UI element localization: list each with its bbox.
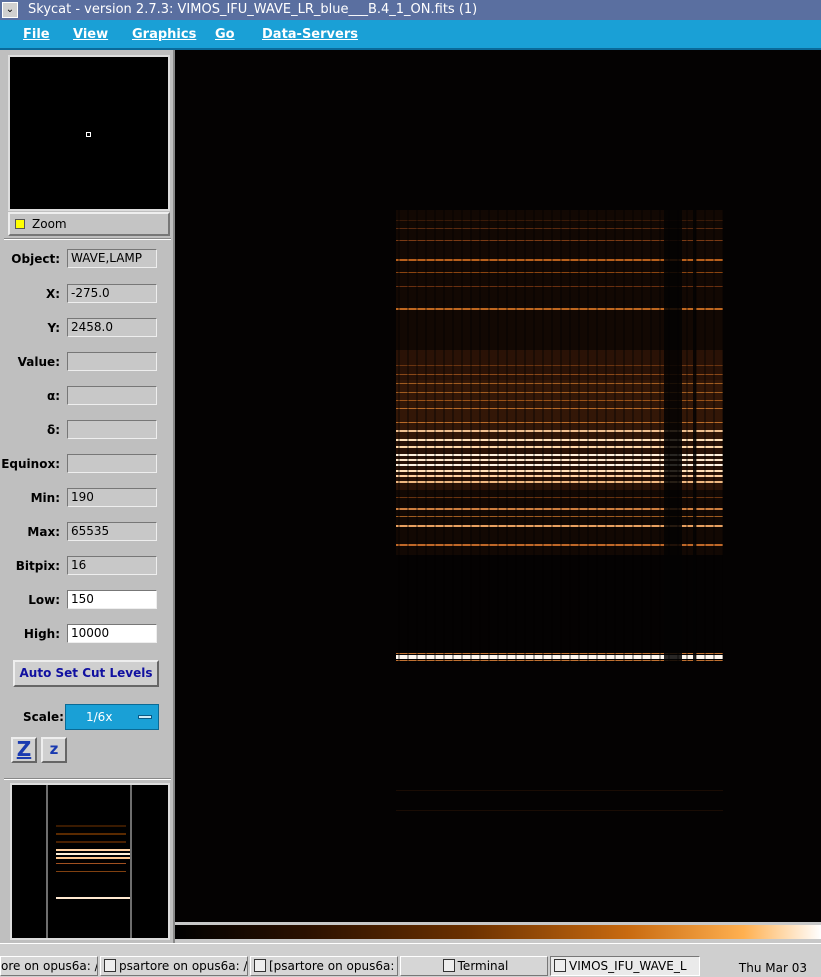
field-equinox: Equinox:: [0, 454, 175, 474]
taskbar-task-2[interactable]: psartore on opus6a: /h: [100, 956, 248, 976]
window-menu-icon[interactable]: ⌄: [2, 2, 18, 18]
menu-data-servers[interactable]: Data-Servers: [262, 27, 358, 42]
task-label: ore on opus6a: /: [1, 959, 98, 973]
option-menu-indicator-icon: [138, 715, 152, 719]
image-display[interactable]: [175, 50, 821, 922]
menu-graphics[interactable]: Graphics: [132, 27, 196, 42]
clock: Thu Mar 03: [738, 961, 807, 975]
delta-field: [67, 420, 157, 439]
field-min: Min: 190: [0, 488, 175, 508]
zoom-in-button[interactable]: Z: [11, 737, 37, 763]
thumbnail-image: [46, 785, 132, 938]
field-delta: δ:: [0, 420, 175, 440]
value-field: [67, 352, 157, 371]
panner-window[interactable]: [8, 55, 170, 211]
scale-menu[interactable]: 1/6x: [65, 704, 159, 730]
spectrum-image: [396, 210, 723, 811]
taskbar-task-3[interactable]: [psartore on opus6a: /: [250, 956, 398, 976]
field-x: X: -275.0: [0, 284, 175, 304]
scale-label: Scale:: [23, 710, 64, 724]
field-label: Low:: [28, 593, 60, 607]
equinox-field: [67, 454, 157, 473]
object-field: WAVE,LAMP: [67, 249, 157, 268]
field-high: High: 10000: [0, 624, 175, 644]
field-label: Min:: [30, 491, 60, 505]
taskbar: ore on opus6a: / psartore on opus6a: /h …: [0, 943, 821, 977]
divider: [4, 778, 171, 780]
zoom-out-button[interactable]: z: [41, 737, 67, 763]
title-bar: ⌄ Skycat - version 2.7.3: VIMOS_IFU_WAVE…: [0, 0, 821, 20]
taskbar-task-terminal[interactable]: Terminal: [400, 956, 548, 976]
min-field: 190: [67, 488, 157, 507]
menu-go[interactable]: Go: [215, 27, 235, 42]
terminal-icon: [104, 959, 116, 972]
field-max: Max: 65535: [0, 522, 175, 542]
field-label: Bitpix:: [15, 559, 60, 573]
terminal-icon: [442, 959, 455, 972]
max-field: 65535: [67, 522, 157, 541]
high-cut-input[interactable]: 10000: [67, 624, 157, 643]
low-cut-input[interactable]: 150: [67, 590, 157, 609]
task-label: VIMOS_IFU_WAVE_L: [569, 959, 687, 973]
field-label: Equinox:: [1, 457, 60, 471]
field-label: α:: [46, 389, 60, 403]
window-title: Skycat - version 2.7.3: VIMOS_IFU_WAVE_L…: [28, 2, 478, 17]
divider: [4, 238, 171, 240]
auto-set-cut-levels-button[interactable]: Auto Set Cut Levels: [13, 660, 159, 687]
taskbar-task-skycat[interactable]: VIMOS_IFU_WAVE_L: [550, 956, 700, 976]
field-label: High:: [23, 627, 60, 641]
colorbar: [175, 925, 821, 939]
field-alpha: α:: [0, 386, 175, 406]
magnifier-thumbnail[interactable]: [10, 783, 170, 940]
menu-file[interactable]: File: [23, 27, 50, 42]
zoom-toggle[interactable]: Zoom: [8, 212, 170, 236]
y-field: 2458.0: [67, 318, 157, 337]
field-label: Value:: [17, 355, 60, 369]
field-value: Value:: [0, 352, 175, 372]
field-bitpix: Bitpix: 16: [0, 556, 175, 576]
scale-value: 1/6x: [86, 710, 113, 724]
zoom-label: Zoom: [32, 217, 67, 231]
field-y: Y: 2458.0: [0, 318, 175, 338]
panner-marker[interactable]: [86, 132, 91, 137]
field-object: Object: WAVE,LAMP: [0, 249, 175, 269]
control-panel: Zoom Object: WAVE,LAMP X: -275.0 Y: 2458.0 …: [0, 50, 175, 943]
x-field: -275.0: [67, 284, 157, 303]
field-label: Y:: [47, 321, 60, 335]
alpha-field: [67, 386, 157, 405]
menu-view[interactable]: View: [73, 27, 108, 42]
zoom-indicator-icon: [15, 219, 25, 229]
field-label: Max:: [27, 525, 60, 539]
taskbar-task-1[interactable]: ore on opus6a: /: [0, 956, 98, 976]
field-low: Low: 150: [0, 590, 175, 610]
menu-bar: File View Graphics Go Data-Servers: [0, 20, 821, 50]
bitpix-field: 16: [67, 556, 157, 575]
field-label: Object:: [11, 252, 60, 266]
terminal-icon: [254, 959, 266, 972]
field-label: X:: [45, 287, 60, 301]
task-label: [psartore on opus6a: /: [269, 959, 398, 973]
field-label: δ:: [46, 423, 60, 437]
task-label: psartore on opus6a: /h: [119, 959, 248, 973]
window-icon: [554, 959, 566, 972]
task-label: Terminal: [457, 959, 509, 973]
